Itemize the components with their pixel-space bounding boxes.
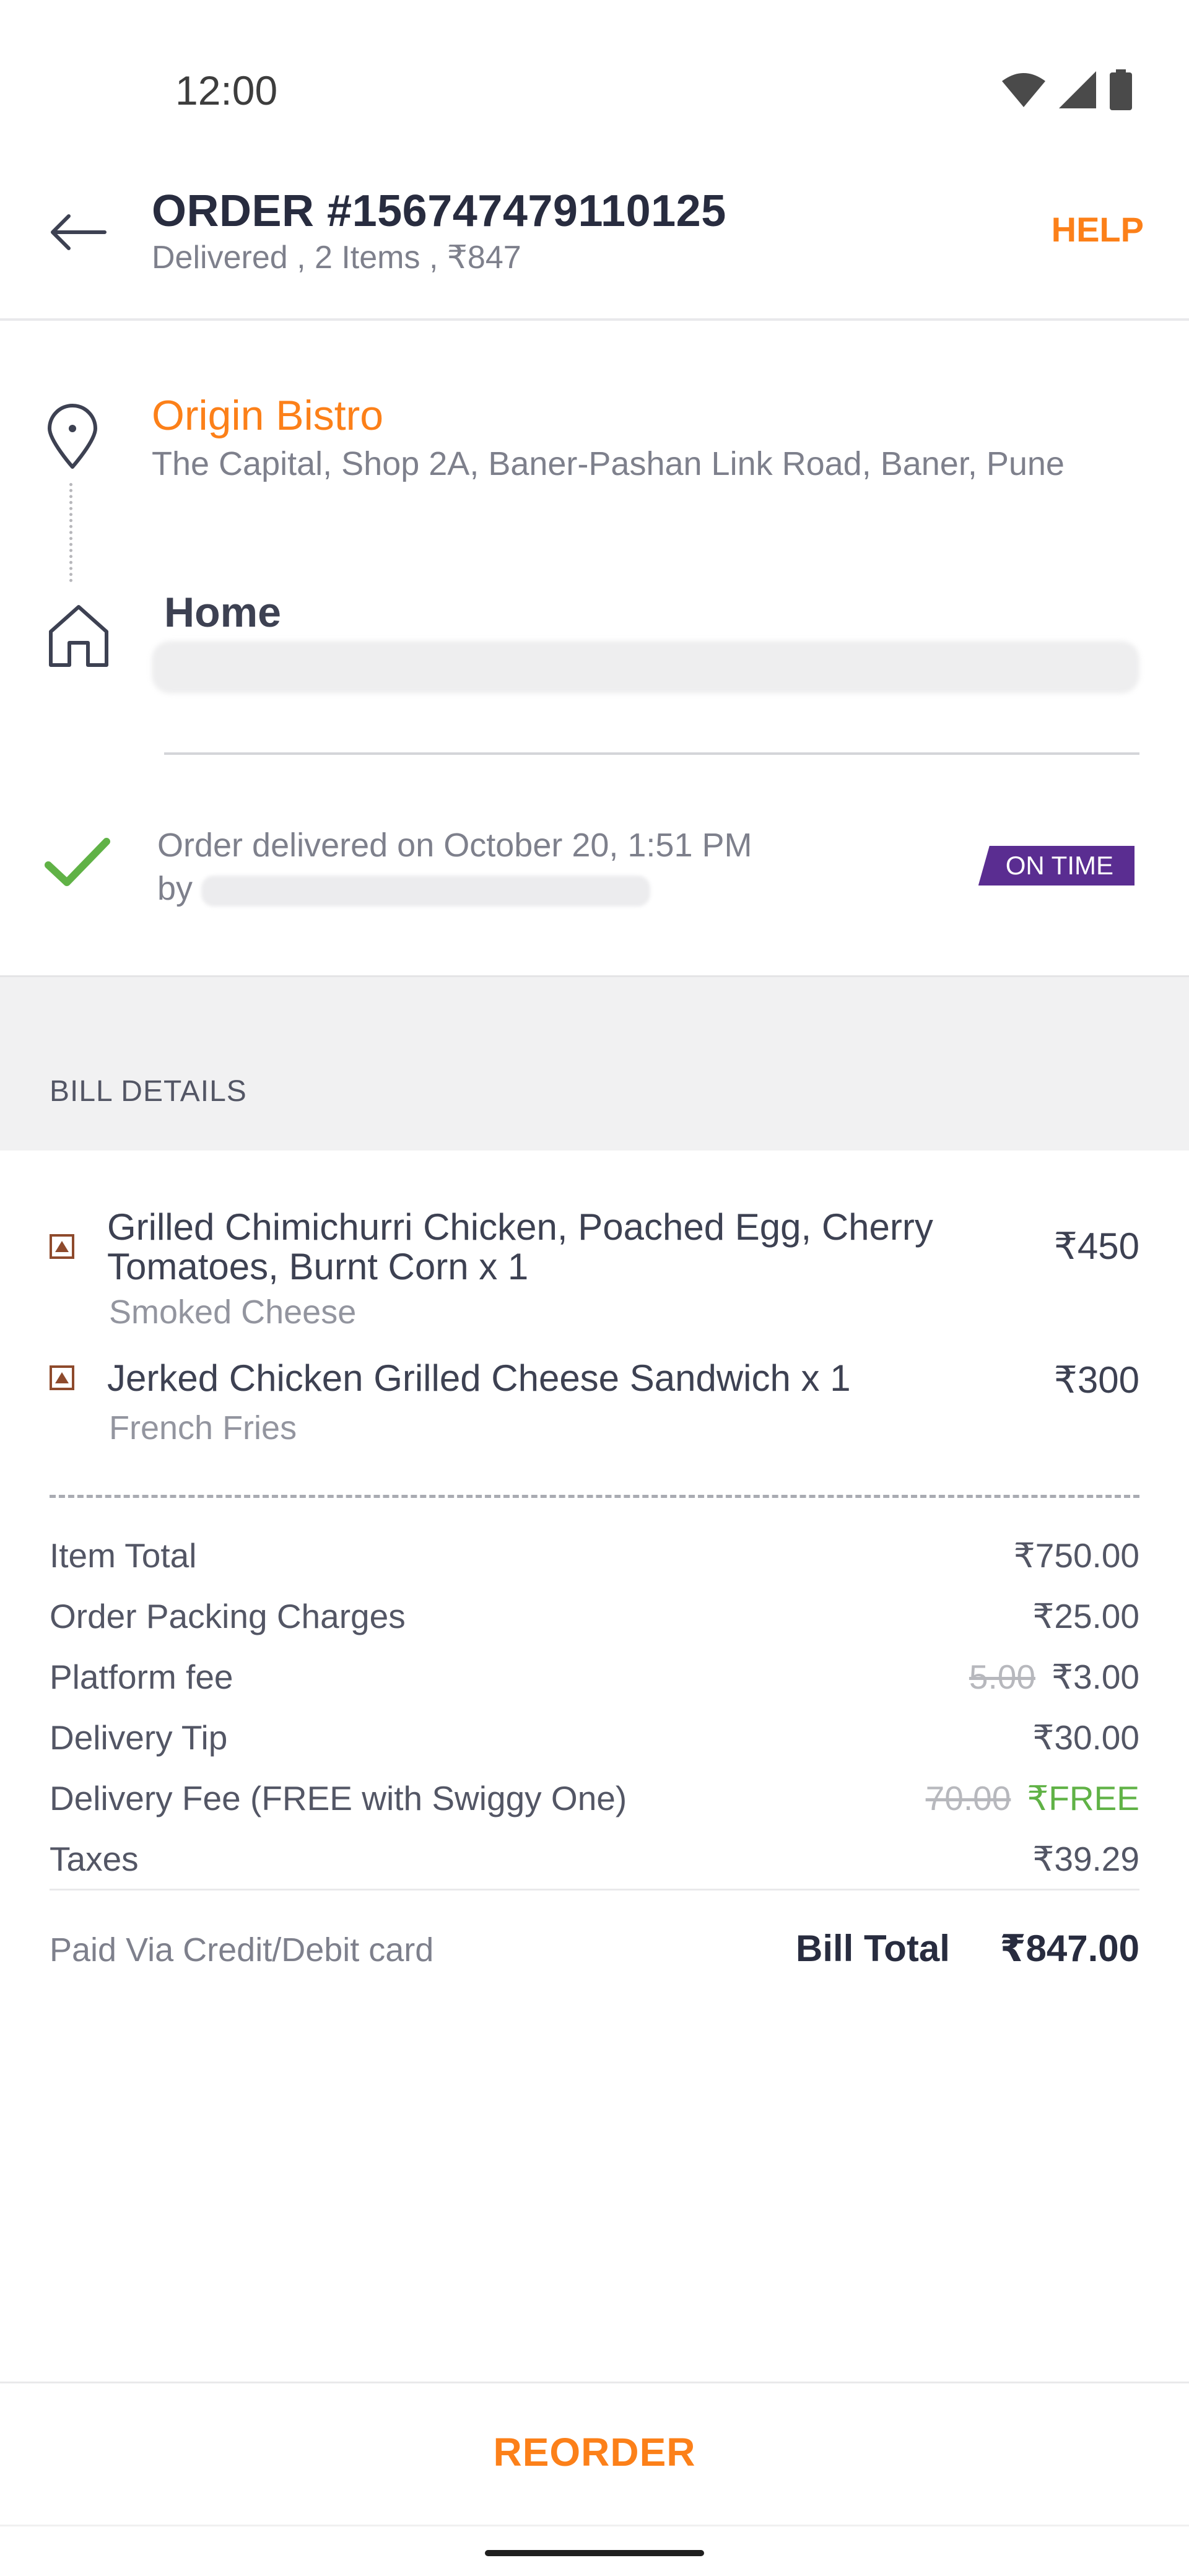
delivery-tip-label: Delivery Tip: [50, 1718, 228, 1757]
packing-charges-value: ₹25.00: [1032, 1597, 1139, 1635]
delivery-partner-redacted: [201, 875, 651, 907]
platform-fee-amount: ₹3.00: [1051, 1658, 1139, 1696]
route-connector: [69, 483, 72, 582]
restaurant-name[interactable]: Origin Bistro: [152, 391, 383, 440]
wifi-icon: [1002, 73, 1045, 107]
dashed-separator: [50, 1495, 1139, 1498]
signal-icon: [1059, 71, 1096, 108]
header-divider: [0, 318, 1189, 321]
location-pin-icon: [48, 404, 97, 469]
route-divider: [164, 752, 1139, 755]
nav-divider: [0, 2525, 1189, 2526]
delivery-fee-amount: ₹FREE: [1027, 1779, 1139, 1817]
status-icons: [1002, 69, 1132, 110]
payment-method: Paid Via Credit/Debit card: [50, 1931, 434, 1969]
back-arrow-icon: [51, 214, 107, 250]
destination-label: Home: [164, 589, 281, 636]
packing-charges-label: Order Packing Charges: [50, 1597, 406, 1635]
taxes-value: ₹39.29: [1032, 1840, 1139, 1878]
delivery-tip-value: ₹30.00: [1032, 1718, 1139, 1757]
on-time-badge: ON TIME: [978, 846, 1135, 886]
platform-fee-original: 5.00: [969, 1658, 1035, 1696]
non-veg-icon: [50, 1365, 74, 1390]
check-icon: [45, 838, 110, 886]
total-divider: [50, 1889, 1139, 1891]
bill-details-heading: BILL DETAILS: [50, 1075, 247, 1108]
item-total-label: Item Total: [50, 1536, 197, 1575]
delivery-fee-original: 70.00: [925, 1779, 1011, 1817]
delivered-by: by: [157, 867, 752, 910]
footer-divider: [0, 2382, 1189, 2383]
item-price: ₹450: [1053, 1225, 1139, 1267]
non-veg-icon: [50, 1234, 74, 1259]
help-button[interactable]: HELP: [1052, 209, 1144, 250]
delivery-fee-value: 70.00 ₹FREE: [926, 1778, 1139, 1818]
status-time: 12:00: [175, 67, 278, 113]
platform-fee-value: 5.00 ₹3.00: [969, 1657, 1139, 1697]
order-title: ORDER #156747479110125: [152, 186, 726, 236]
item-price: ₹300: [1053, 1359, 1139, 1401]
restaurant-address: The Capital, Shop 2A, Baner-Pashan Link …: [152, 445, 1065, 482]
item-total-value: ₹750.00: [1013, 1536, 1139, 1575]
item-name: Grilled Chimichurri Chicken, Poached Egg…: [107, 1206, 933, 1287]
bill-details-band: [0, 975, 1189, 1151]
taxes-label: Taxes: [50, 1840, 139, 1878]
reorder-button[interactable]: REORDER: [0, 2403, 1189, 2502]
bill-total-value: ₹847.00: [1000, 1928, 1139, 1969]
destination-address-redacted: [152, 641, 1139, 694]
delivered-by-label: by: [157, 870, 193, 907]
item-customization: French Fries: [109, 1409, 297, 1447]
delivery-status-text: Order delivered on October 20, 1:51 PM: [157, 827, 752, 864]
bill-total-label: Bill Total: [796, 1928, 950, 1969]
platform-fee-label: Platform fee: [50, 1658, 233, 1696]
delivery-fee-label: Delivery Fee (FREE with Swiggy One): [50, 1779, 627, 1817]
item-customization: Smoked Cheese: [109, 1294, 357, 1331]
battery-icon: [1110, 69, 1132, 110]
order-summary: Delivered , 2 Items , ₹847: [152, 240, 521, 276]
delivery-status: Order delivered on October 20, 1:51 PM b…: [157, 824, 752, 910]
gesture-nav-bar[interactable]: [485, 2550, 704, 2556]
back-button[interactable]: [43, 204, 111, 260]
item-name: Jerked Chicken Grilled Cheese Sandwich x…: [107, 1357, 851, 1399]
home-icon: [49, 605, 108, 667]
